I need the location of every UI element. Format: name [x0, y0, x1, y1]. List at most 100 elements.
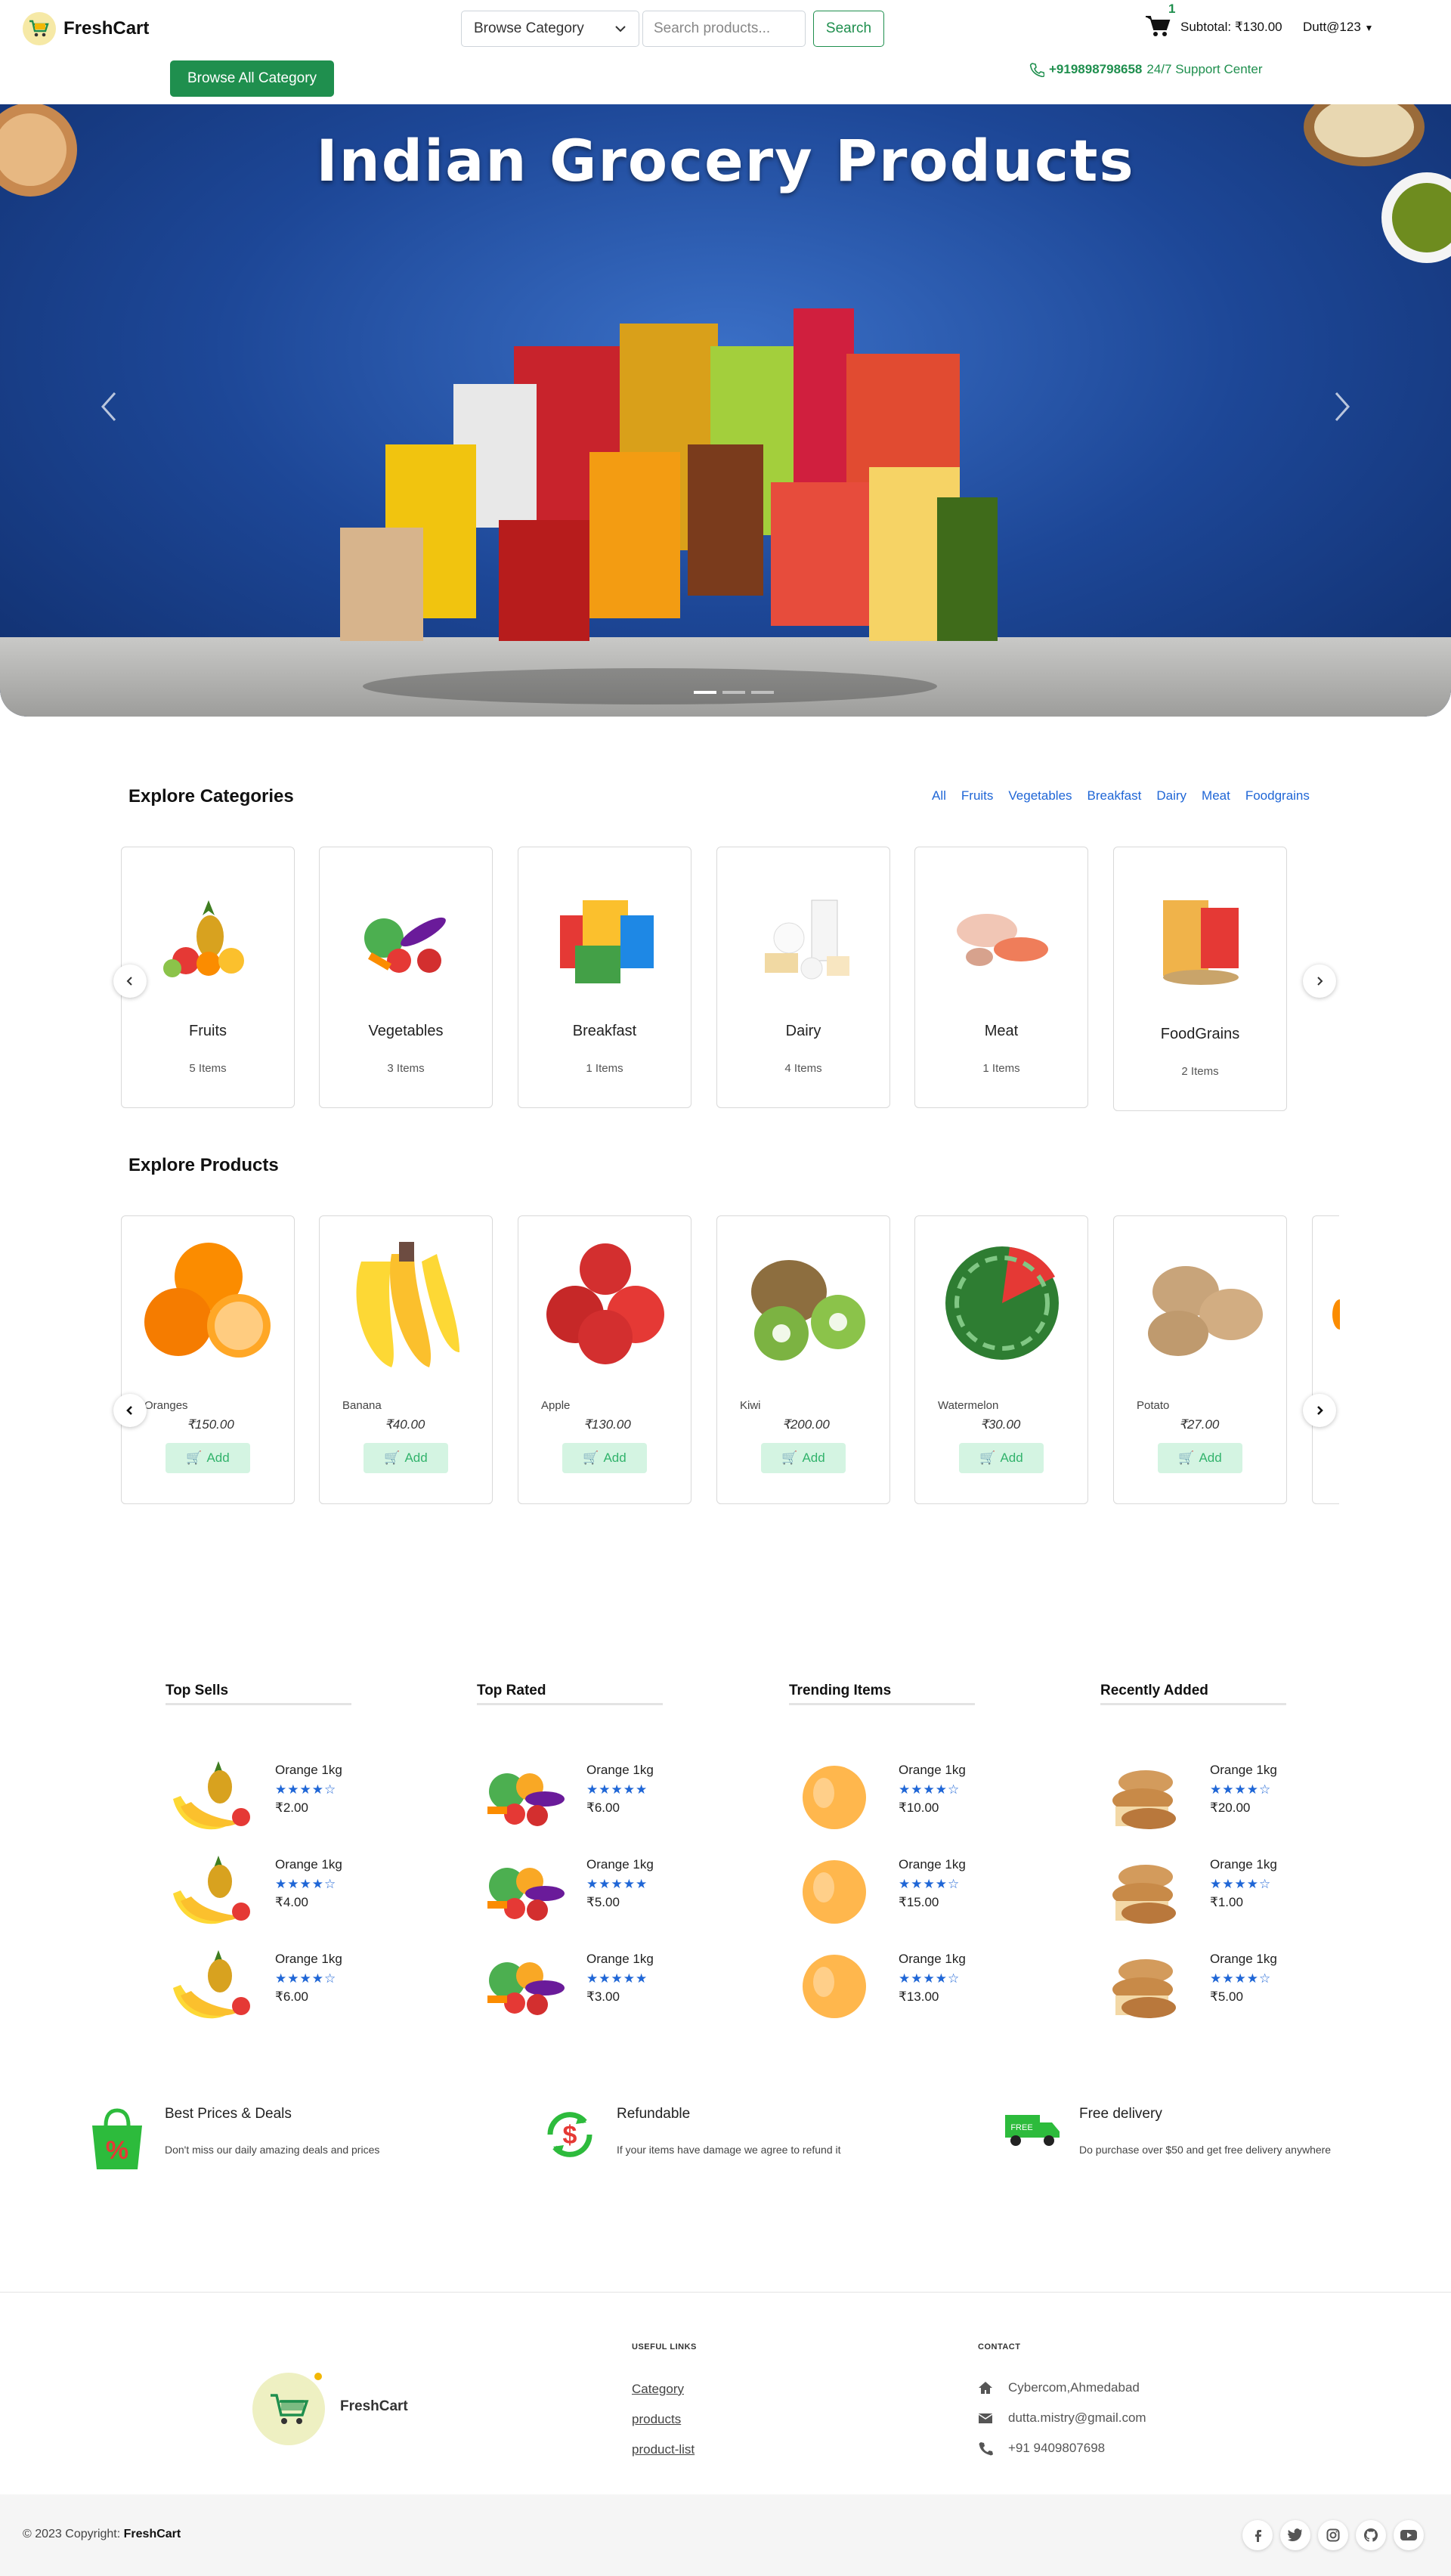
user-menu[interactable]: Dutt@123 ▼ [1303, 20, 1373, 35]
star-filled-icon: ★ [636, 1971, 648, 1986]
star-filled-icon: ★ [899, 1877, 911, 1891]
twitter-button[interactable] [1280, 2520, 1310, 2550]
categories-prev-button[interactable] [113, 964, 147, 998]
bread-image [1112, 1865, 1176, 1924]
instagram-button[interactable] [1318, 2520, 1348, 2550]
filter-foodgrains[interactable]: Foodgrains [1245, 788, 1310, 803]
product-card[interactable]: Watermelon ₹30.00 🛒 Add [914, 1215, 1088, 1504]
product-card[interactable]: Banana ₹40.00 🛒 Add [319, 1215, 493, 1504]
kiwi-image [751, 1260, 865, 1361]
footer-logo[interactable] [252, 2373, 325, 2445]
carousel-next-icon[interactable] [1327, 384, 1357, 429]
filter-vegetables[interactable]: Vegetables [1008, 788, 1072, 803]
star-filled-icon: ★ [1246, 1782, 1259, 1797]
products-prev-button[interactable] [113, 1394, 147, 1427]
list-item[interactable]: Orange 1kg ★★★★☆ ₹4.00 [166, 1848, 351, 1939]
list-item[interactable]: Orange 1kg ★★★★☆ ₹6.00 [166, 1943, 351, 2033]
star-filled-icon: ★ [287, 1782, 300, 1797]
star-filled-icon: ★ [1234, 1971, 1247, 1986]
star-empty-icon: ☆ [1259, 1971, 1272, 1986]
list-item-name: Orange 1kg [1210, 1857, 1277, 1872]
add-to-cart-button[interactable]: 🛒 Add [959, 1443, 1044, 1473]
list-item[interactable]: Orange 1kg ★★★★☆ ₹10.00 [789, 1754, 975, 1844]
category-card-foodgrains[interactable]: FoodGrains 2 Items [1113, 847, 1287, 1111]
product-card-partial[interactable] [1312, 1215, 1340, 1504]
filter-breakfast[interactable]: Breakfast [1087, 788, 1142, 803]
star-filled-icon: ★ [623, 1971, 636, 1986]
list-item[interactable]: Orange 1kg ★★★★★ ₹6.00 [477, 1754, 663, 1844]
browse-all-category-button[interactable]: Browse All Category [170, 60, 334, 97]
footer-link-category[interactable]: Category [632, 2382, 684, 2397]
carousel-prev-icon[interactable] [94, 384, 124, 429]
add-label: Add [603, 1451, 626, 1465]
star-filled-icon: ★ [275, 1877, 288, 1891]
category-card-vegetables[interactable]: Vegetables 3 Items [319, 847, 493, 1108]
email-text[interactable]: dutta.mistry@gmail.com [1008, 2410, 1146, 2426]
categories-next-button[interactable] [1303, 964, 1336, 998]
list-item[interactable]: Orange 1kg ★★★★☆ ₹1.00 [1100, 1848, 1286, 1939]
list-item[interactable]: Orange 1kg ★★★★☆ ₹20.00 [1100, 1754, 1286, 1844]
category-card-dairy[interactable]: Dairy 4 Items [716, 847, 890, 1108]
search-button[interactable]: Search [813, 11, 884, 47]
youtube-button[interactable] [1394, 2520, 1424, 2550]
list-item[interactable]: Orange 1kg ★★★★☆ ₹2.00 [166, 1754, 351, 1844]
list-item[interactable]: Orange 1kg ★★★★★ ₹5.00 [477, 1848, 663, 1939]
product-name: Oranges [144, 1399, 188, 1412]
category-card-meat[interactable]: Meat 1 Items [914, 847, 1088, 1108]
product-card[interactable]: Apple ₹130.00 🛒 Add [518, 1215, 691, 1504]
star-filled-icon: ★ [899, 1971, 911, 1986]
add-label: Add [802, 1451, 825, 1465]
category-select[interactable]: Browse Category [461, 11, 639, 47]
dairy-image [765, 899, 849, 980]
star-filled-icon: ★ [299, 1971, 312, 1986]
list-item[interactable]: Orange 1kg ★★★★☆ ₹5.00 [1100, 1943, 1286, 2033]
list-item-name: Orange 1kg [899, 1857, 966, 1872]
feature-desc: Do purchase over $50 and get free delive… [1079, 2144, 1332, 2156]
phone-text[interactable]: +91 9409807698 [1008, 2441, 1105, 2456]
list-item[interactable]: Orange 1kg ★★★★☆ ₹13.00 [789, 1943, 975, 2033]
copyright-brand[interactable]: FreshCart [124, 2528, 181, 2540]
add-to-cart-button[interactable]: 🛒 Add [761, 1443, 846, 1473]
category-card-breakfast[interactable]: Breakfast 1 Items [518, 847, 691, 1108]
list-title: Top Sells [166, 1683, 351, 1705]
search-input[interactable] [642, 11, 806, 47]
list-item[interactable]: Orange 1kg ★★★★★ ₹3.00 [477, 1943, 663, 2033]
star-filled-icon: ★ [1210, 1877, 1223, 1891]
category-name: Dairy [785, 1023, 821, 1039]
filter-dairy[interactable]: Dairy [1156, 788, 1186, 803]
product-card[interactable]: Potato ₹27.00 🛒 Add [1113, 1215, 1287, 1504]
star-filled-icon: ★ [1210, 1971, 1223, 1986]
add-to-cart-button[interactable]: 🛒 Add [166, 1443, 250, 1473]
potato-image [1148, 1266, 1263, 1356]
filter-fruits[interactable]: Fruits [961, 788, 994, 803]
carousel-indicator[interactable] [751, 691, 774, 694]
product-card[interactable]: Kiwi ₹200.00 🛒 Add [716, 1215, 890, 1504]
products-next-button[interactable] [1303, 1394, 1336, 1427]
product-price: ₹200.00 [782, 1417, 830, 1432]
github-button[interactable] [1356, 2520, 1386, 2550]
footer-link-product-list[interactable]: product-list [632, 2442, 695, 2457]
star-filled-icon: ★ [911, 1971, 924, 1986]
list-item[interactable]: Orange 1kg ★★★★☆ ₹15.00 [789, 1848, 975, 1939]
star-filled-icon: ★ [1222, 1782, 1235, 1797]
contact-email: dutta.mistry@gmail.com [978, 2410, 1146, 2426]
category-name: FoodGrains [1160, 1026, 1240, 1042]
product-card[interactable]: Oranges ₹150.00 🛒 Add [121, 1215, 295, 1504]
filter-meat[interactable]: Meat [1202, 788, 1230, 803]
brand-logo[interactable]: FreshCart [23, 12, 149, 45]
username: Dutt@123 [1303, 20, 1361, 34]
facebook-button[interactable] [1242, 2520, 1273, 2550]
list-item-price: ₹2.00 [275, 1800, 308, 1815]
category-card-fruits[interactable]: Fruits 5 Items [121, 847, 295, 1108]
add-to-cart-button[interactable]: 🛒 Add [1158, 1443, 1242, 1473]
filter-all[interactable]: All [932, 788, 946, 803]
add-to-cart-button[interactable]: 🛒 Add [364, 1443, 448, 1473]
footer-link-products[interactable]: products [632, 2412, 681, 2427]
support-phone[interactable]: +919898798658 [1049, 62, 1142, 77]
carousel-indicator[interactable] [694, 691, 716, 694]
star-filled-icon: ★ [275, 1971, 288, 1986]
star-filled-icon: ★ [623, 1782, 636, 1797]
carousel-indicator[interactable] [722, 691, 745, 694]
add-to-cart-button[interactable]: 🛒 Add [562, 1443, 647, 1473]
cart-logo-icon [271, 2394, 309, 2424]
